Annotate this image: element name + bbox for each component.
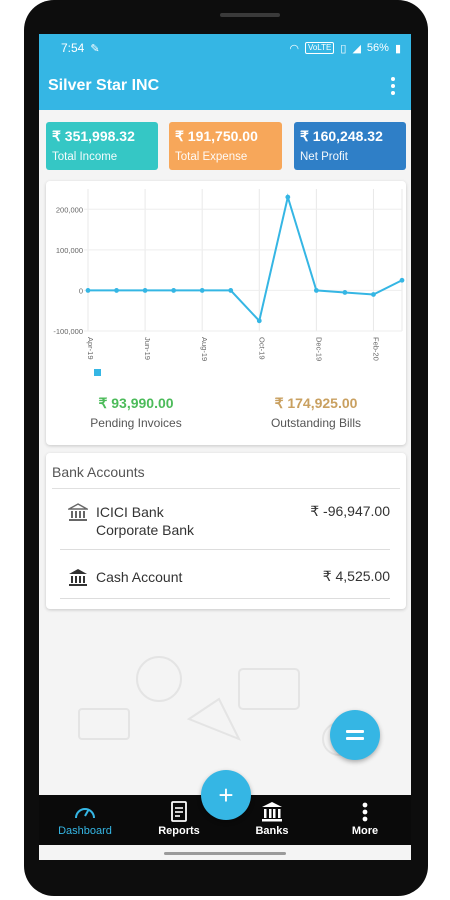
nav-banks-label: Banks [255, 825, 289, 837]
bank-account-row[interactable]: Cash Account ₹ 4,525.00 [60, 568, 390, 608]
x-tick-label: Feb-20 [371, 337, 380, 361]
y-tick-label: 200,000 [56, 205, 83, 214]
divider [52, 488, 400, 489]
data-point [114, 288, 119, 293]
data-point [142, 288, 148, 293]
hotspot-icon: ◠ [289, 42, 299, 55]
data-point [399, 277, 405, 283]
x-tick-label: Aug-19 [200, 337, 209, 361]
bank-account-name: Cash Account [96, 569, 183, 585]
net-profit-label: Net Profit [300, 151, 348, 163]
bank-account-name-line1: ICICI Bank [96, 504, 164, 520]
series-line [88, 193, 403, 323]
bank-icon [68, 503, 88, 521]
bank-account-amount: ₹ -96,947.00 [310, 503, 390, 519]
pending-invoices[interactable]: ₹ 93,990.00 Pending Invoices [46, 395, 226, 430]
data-point [342, 290, 348, 295]
nav-more-label: More [351, 825, 379, 837]
status-time: 7:54 [61, 41, 85, 55]
x-tick-label: Oct-19 [257, 337, 266, 360]
phone-speaker [220, 13, 280, 17]
total-income-card[interactable]: ₹ 351,998.32 Total Income [46, 122, 158, 170]
y-tick-label: 100,000 [56, 246, 83, 255]
status-right: ◠ VoLTE ▯ ◢ 56% ▮ [289, 42, 401, 55]
pending-invoices-label: Pending Invoices [90, 416, 182, 430]
notification-icon: ✎ [90, 42, 100, 55]
y-tick-label: -100,000 [53, 327, 83, 336]
nav-dashboard[interactable]: Dashboard [45, 801, 125, 837]
signal-icon: ◢ [352, 42, 361, 55]
total-expense-card[interactable]: ₹ 191,750.00 Total Expense [169, 122, 282, 170]
data-point [371, 292, 376, 297]
app-bar: Silver Star INC [39, 62, 411, 110]
divider [60, 598, 390, 599]
nav-dashboard-label: Dashboard [58, 825, 112, 837]
summary-cards: ₹ 351,998.32 Total Income ₹ 191,750.00 T… [46, 122, 406, 170]
calculator-button[interactable] [330, 710, 380, 760]
more-vert-icon [362, 802, 368, 822]
home-indicator[interactable] [164, 852, 286, 855]
x-tick-label: Jun-19 [143, 337, 152, 360]
bank-account-row[interactable]: ICICI Bank Corporate Bank ₹ -96,947.00 [60, 503, 390, 563]
data-point [285, 194, 291, 200]
data-point [313, 288, 319, 293]
speedometer-icon [75, 808, 95, 819]
x-tick-label: Apr-19 [86, 337, 95, 360]
x-tick-label: Dec-19 [314, 337, 323, 361]
vibrate-icon: ▯ [340, 42, 347, 55]
battery-icon: ▮ [394, 42, 401, 55]
bank-icon [262, 802, 282, 822]
nav-reports-label: Reports [158, 825, 200, 837]
bank-account-name-line2: Corporate Bank [96, 522, 195, 538]
y-tick-label: 0 [79, 286, 83, 295]
data-point [228, 288, 234, 293]
total-expense-label: Total Expense [175, 151, 248, 163]
outstanding-bills-label: Outstanding Bills [270, 416, 362, 430]
plus-icon: + [218, 779, 234, 810]
bank-icon [69, 569, 87, 586]
divider [60, 549, 390, 550]
report-icon [171, 801, 187, 822]
volte-badge: VoLTE [304, 42, 335, 54]
status-bar: 7:54 ✎ ◠ VoLTE ▯ ◢ 56% ▮ [39, 34, 411, 62]
home-indicator-area [39, 845, 411, 860]
data-point [171, 288, 177, 293]
bank-accounts-heading: Bank Accounts [52, 464, 145, 480]
background-doodle [78, 656, 356, 756]
chart-card: 200,000 100,000 0 -100,000 Apr-19 Jun-19 Aug-1… [46, 181, 406, 445]
app-title: Silver Star INC [48, 77, 160, 94]
line-chart[interactable]: 200,000 100,000 0 -100,000Apr-19 Jun-19 Aug-1… [46, 181, 406, 391]
more-vert-icon[interactable] [385, 74, 401, 98]
total-income-label: Total Income [52, 151, 118, 163]
battery-text: 56% [366, 42, 389, 54]
nav-more[interactable]: More [325, 801, 405, 837]
pending-invoices-value: ₹ 93,990.00 [98, 395, 174, 411]
data-point [256, 318, 262, 324]
net-profit-card[interactable]: ₹ 160,248.32 Net Profit [294, 122, 406, 170]
add-button[interactable]: + [201, 770, 251, 820]
data-point [85, 288, 91, 293]
outstanding-bills-value: ₹ 174,925.00 [274, 395, 358, 411]
data-point [199, 288, 205, 293]
bank-accounts-card: Bank Accounts ICICI Bank Corporate Bank … [46, 453, 406, 609]
outstanding-bills[interactable]: ₹ 174,925.00 Outstanding Bills [226, 395, 406, 430]
app-screen: 7:54 ✎ ◠ VoLTE ▯ ◢ 56% ▮ Silver Star INC… [39, 34, 411, 860]
calculator-icon [346, 730, 364, 740]
legend-marker [94, 369, 101, 376]
total-income-amount: ₹ 351,998.32 [52, 128, 135, 144]
total-expense-amount: ₹ 191,750.00 [175, 128, 258, 144]
bank-account-name: ICICI Bank Corporate Bank [96, 503, 194, 539]
net-profit-amount: ₹ 160,248.32 [300, 128, 383, 144]
bank-account-amount: ₹ 4,525.00 [322, 568, 390, 584]
